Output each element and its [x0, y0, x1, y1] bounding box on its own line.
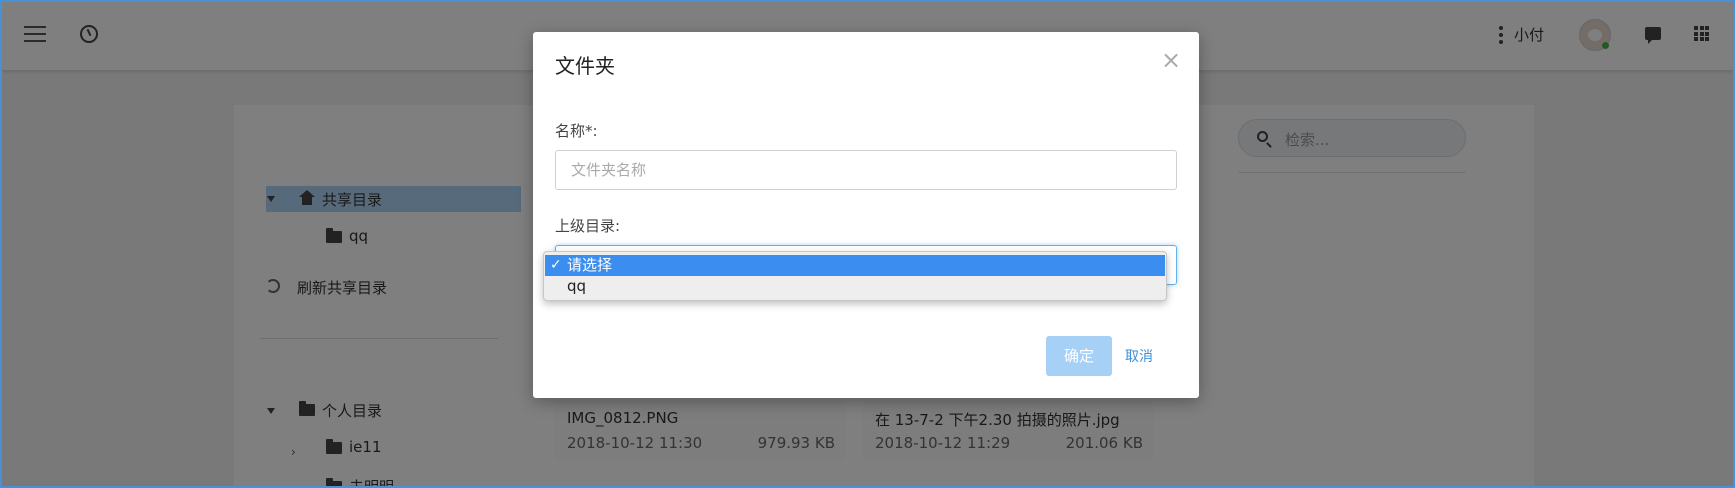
folder-dialog: 文件夹 × 名称*: 上级目录: 确定 取消 [533, 32, 1199, 398]
checkmark-icon: ✓ [550, 257, 562, 273]
dropdown-option[interactable]: qq [545, 276, 1165, 297]
confirm-button[interactable]: 确定 [1046, 336, 1112, 376]
parent-directory-dropdown: ✓ 请选择 qq [543, 251, 1167, 301]
close-icon[interactable]: × [1161, 48, 1181, 72]
option-label: qq [567, 277, 587, 295]
browser-frame: 小付 共享目录 qq 刷新共享目录 个人目录 › ie11 未明明 检索... [0, 0, 1735, 488]
dropdown-option-selected[interactable]: ✓ 请选择 [545, 255, 1165, 276]
cancel-button[interactable]: 取消 [1125, 346, 1153, 366]
parent-field-label: 上级目录: [555, 217, 621, 235]
dialog-title: 文件夹 [555, 54, 615, 78]
name-field-label: 名称*: [555, 122, 598, 140]
option-label: 请选择 [567, 256, 613, 274]
folder-name-input[interactable] [555, 150, 1177, 190]
